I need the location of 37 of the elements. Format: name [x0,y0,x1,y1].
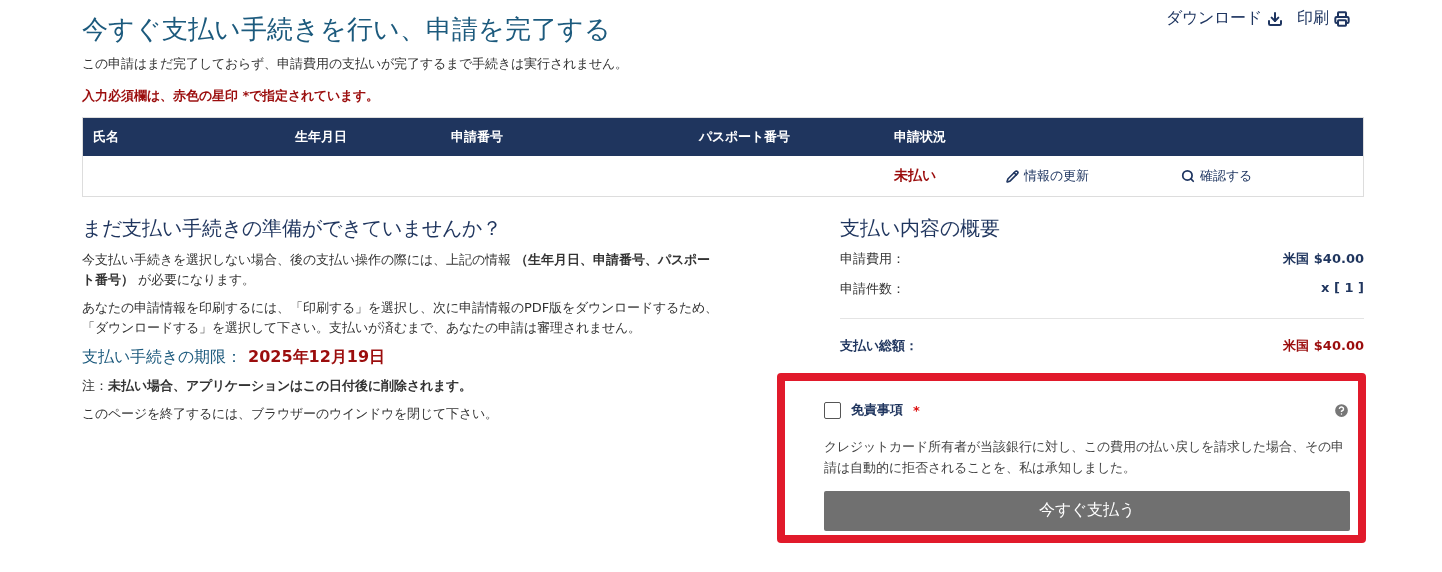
paragraph: あなたの申請情報を印刷するには、「印刷する」を選択し、次に申請情報のPDF版をダウンロードするため、「ダウンロードする」を選択して下さい。支払いが済むまで、あなたの申請は審理されません。 [82,299,720,338]
view-link[interactable]: 確認する [1181,167,1363,185]
required-note: 入力必須欄は、赤色の星印 *で指定されています。 [82,87,381,105]
paragraph: 今支払い手続きを選択しない場合、後の支払い操作の際には、上記の情報 （生年月日、申請番号、パスポート番号） が必要になります。 [82,251,712,290]
summary-label: 申請費用： [840,250,905,268]
edit-link[interactable]: 情報の更新 [1006,167,1181,185]
closing-text: このページを終了するには、ブラウザーのウインドウを閉じて下さい。 [82,404,499,423]
deadline-date: 2025年12月19日 [248,346,386,368]
disclaimer-label: 免責事項 [851,401,903,419]
deletion-note: 注：未払い場合、アプリケーションはこの日付後に削除されます。 [82,376,473,395]
pay-button[interactable]: 今すぐ支払う [824,490,1350,531]
disclaimer-text: クレジットカード所有者が当該銀行に対し、この費用の払い戻しを請求した場合、その申請は自動的に拒否されることを、私は承知しました。 [824,438,1345,477]
section-heading: まだ支払い手続きの準備ができていませんか？ [82,215,503,242]
summary-value: x [ 1 ] [1321,280,1364,297]
search-icon [1181,169,1195,183]
column-header: 氏名 [92,128,120,146]
page-title: 今すぐ支払い手続きを行い、申請を完了する [82,13,611,46]
download-link[interactable]: ダウンロード [1166,8,1283,29]
print-link[interactable]: 印刷 [1297,8,1350,29]
pencil-icon [1006,169,1019,183]
column-header: 申請状況 [893,128,947,146]
disclaimer-checkbox[interactable] [824,401,841,419]
deadline-label: 支払い手続きの期限： [82,346,242,368]
intro-text: この申請はまだ完了しておらず、申請費用の支払いが完了するまで手続きは実行されません。 [82,55,629,73]
status-cell-text: 未払い [893,167,937,185]
column-header: 申請番号 [450,128,504,146]
total-label: 支払い総額： [840,337,918,355]
summary-label: 申請件数： [840,280,905,298]
printer-icon [1334,10,1350,27]
summary-heading: 支払い内容の概要 [840,215,1001,242]
download-icon [1267,10,1283,27]
column-header: 生年月日 [294,128,348,146]
summary-value: 米国 $40.00 [1283,250,1364,268]
total-value: 米国 $40.00 [1283,337,1364,355]
required-mark: * [913,402,920,418]
help-icon[interactable] [1333,401,1350,419]
column-header: パスポート番号 [697,128,791,146]
